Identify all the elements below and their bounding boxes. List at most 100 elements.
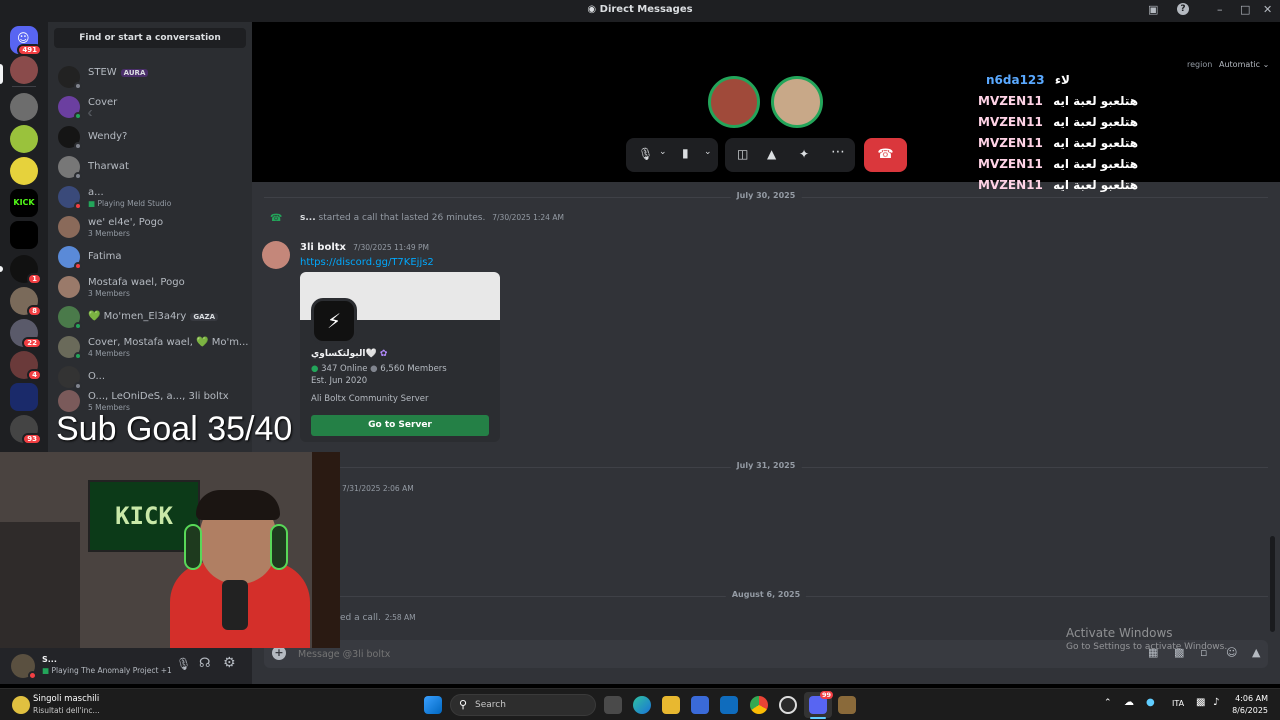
- dm-sub: 3 Members: [88, 289, 130, 298]
- dm-item[interactable]: STEW AURA: [56, 62, 246, 92]
- invite-stats: ● 347 Online ● 6,560 Members: [311, 364, 447, 374]
- media-widget-icon[interactable]: [12, 696, 30, 714]
- sub-goal-overlay: Sub Goal 35/40: [56, 410, 293, 448]
- call-user[interactable]: s...: [300, 213, 316, 223]
- microphone-icon[interactable]: 🎙: [176, 657, 191, 671]
- dm-item[interactable]: Cover, Mostafa wael, 💚 Mo'm... 4 Members: [56, 332, 248, 362]
- chevron-down-icon[interactable]: ⌄: [704, 147, 712, 157]
- disconnect-button[interactable]: ☎: [864, 138, 907, 172]
- stream-chat-overlay: n6da123 لاء MVZEN11 هتلعبو لعبة ايه MVZE…: [978, 73, 1158, 197]
- dm-item[interactable]: Cover ☾: [56, 92, 246, 122]
- phone-icon: ☎: [270, 213, 283, 224]
- headphones-icon[interactable]: ☊: [199, 656, 211, 671]
- avatar: [58, 336, 82, 360]
- dm-item[interactable]: Wendy?: [56, 122, 246, 152]
- server-avatar-9[interactable]: 22: [10, 319, 42, 349]
- date-divider: July 30, 2025: [264, 191, 1268, 200]
- message-input[interactable]: [298, 645, 1078, 663]
- participant-avatar-2[interactable]: [771, 76, 823, 128]
- task-view-icon[interactable]: [604, 696, 622, 714]
- server-avatar-11[interactable]: [10, 383, 38, 411]
- author-avatar[interactable]: [262, 241, 290, 269]
- server-avatar-3[interactable]: [10, 125, 38, 153]
- dm-name: we' el4e', Pogo: [88, 217, 164, 228]
- camera-off-icon[interactable]: ▮: [682, 146, 689, 160]
- cloud-sync-icon[interactable]: ☁: [1124, 697, 1134, 708]
- soundboard-icon[interactable]: ✦: [799, 147, 809, 161]
- server-avatar-10[interactable]: 4: [10, 351, 42, 381]
- chat-scrollbar[interactable]: [1270, 536, 1275, 632]
- dm-name: Mostafa wael, Pogo: [88, 277, 185, 288]
- volume-icon[interactable]: ♪: [1213, 697, 1219, 708]
- participant-avatar-1[interactable]: [708, 76, 760, 128]
- game-app-icon[interactable]: [838, 696, 856, 714]
- go-to-server-button[interactable]: Go to Server: [311, 415, 489, 436]
- author-name[interactable]: 3li boltx: [300, 242, 346, 253]
- server-badge: 93: [22, 433, 42, 445]
- chrome-icon[interactable]: [750, 696, 768, 714]
- chat-area: July 30, 2025 ☎ s... started a call that…: [252, 182, 1280, 684]
- dm-item[interactable]: Tharwat: [56, 152, 246, 182]
- minimize-button[interactable]: –: [1217, 3, 1223, 16]
- dm-sub: 3 Members: [88, 229, 130, 238]
- settings-gear-icon[interactable]: ⚙: [223, 655, 236, 671]
- dm-item[interactable]: a... ■ Playing Meld Studio: [56, 182, 246, 212]
- emoji-icon[interactable]: ☺: [1226, 646, 1237, 659]
- show-hidden-icons-chevron-icon[interactable]: ⌃: [1104, 698, 1112, 708]
- more-options-icon[interactable]: ⋯: [831, 144, 845, 160]
- activity-gamepad-icon[interactable]: ▲: [767, 147, 776, 161]
- taskbar-search[interactable]: ⚲ Search: [450, 694, 596, 716]
- call-actions: ◫ ▲ ✦ ⋯: [725, 138, 855, 172]
- screen-share-icon[interactable]: ◫: [737, 147, 748, 161]
- network-icon[interactable]: ▩: [1196, 697, 1205, 708]
- microphone-prop: [222, 580, 248, 630]
- user-avatar[interactable]: [11, 654, 37, 680]
- status-dot: [28, 671, 37, 680]
- media-title[interactable]: Singoli maschili: [33, 694, 99, 704]
- clock-time[interactable]: 4:06 AM: [1232, 694, 1268, 703]
- server-avatar-7[interactable]: 1: [10, 255, 42, 285]
- help-icon[interactable]: ?: [1177, 3, 1189, 15]
- server-avatar-6[interactable]: [10, 221, 38, 249]
- microphone-icon[interactable]: 🎙: [638, 147, 653, 161]
- server-avatar-2[interactable]: [10, 93, 38, 121]
- apps-icon[interactable]: ▲: [1252, 646, 1260, 659]
- unread-pill: [0, 266, 3, 272]
- chevron-down-icon[interactable]: ⌄: [659, 147, 667, 157]
- discord-icon[interactable]: 99: [809, 691, 833, 714]
- outlook-icon[interactable]: [720, 696, 738, 714]
- maximize-button[interactable]: □: [1240, 3, 1250, 16]
- dm-item[interactable]: Mostafa wael, Pogo 3 Members: [56, 272, 246, 302]
- region-select[interactable]: Automatic ⌄: [1219, 60, 1269, 69]
- microsoft-store-icon[interactable]: [691, 696, 709, 714]
- dm-item[interactable]: Fatima: [56, 242, 246, 272]
- server-avatar-1[interactable]: [10, 56, 38, 84]
- server-avatar-8[interactable]: 8: [10, 287, 42, 317]
- find-conversation-button[interactable]: Find or start a conversation: [54, 28, 246, 48]
- members-dot-icon: ●: [370, 364, 378, 374]
- date-divider: July 31, 2025: [264, 461, 1268, 470]
- clock-date[interactable]: 8/6/2025: [1228, 706, 1268, 715]
- attach-plus-icon[interactable]: +: [272, 646, 286, 660]
- dm-name: a...: [88, 187, 104, 198]
- microphone-tray-icon[interactable]: ●: [1146, 697, 1155, 708]
- close-button[interactable]: ✕: [1263, 3, 1272, 16]
- dm-item[interactable]: we' el4e', Pogo 3 Members: [56, 212, 246, 242]
- edge-browser-icon[interactable]: [633, 696, 651, 714]
- steam-icon[interactable]: [779, 696, 797, 714]
- invite-established: Est. Jun 2020: [311, 376, 368, 386]
- kick-server[interactable]: KICK: [10, 189, 38, 217]
- avatar: [58, 216, 80, 238]
- windows-start-icon[interactable]: [424, 696, 442, 714]
- status-dot: [74, 352, 82, 360]
- file-explorer-icon[interactable]: [662, 696, 680, 714]
- inbox-icon[interactable]: ▣: [1148, 3, 1158, 16]
- server-avatar-4[interactable]: [10, 157, 38, 185]
- media-subtitle: Risultati dell'inc...: [33, 706, 100, 715]
- avatar: [58, 96, 82, 120]
- dm-item[interactable]: 💚 Mo'men_El3a4ry GAZA: [56, 302, 246, 332]
- input-language[interactable]: ITA: [1172, 699, 1184, 708]
- server-avatar-12[interactable]: 93: [10, 415, 42, 445]
- home-button[interactable]: ☺ 491: [10, 26, 42, 56]
- invite-link[interactable]: https://discord.gg/T7KEjjs2: [300, 257, 434, 268]
